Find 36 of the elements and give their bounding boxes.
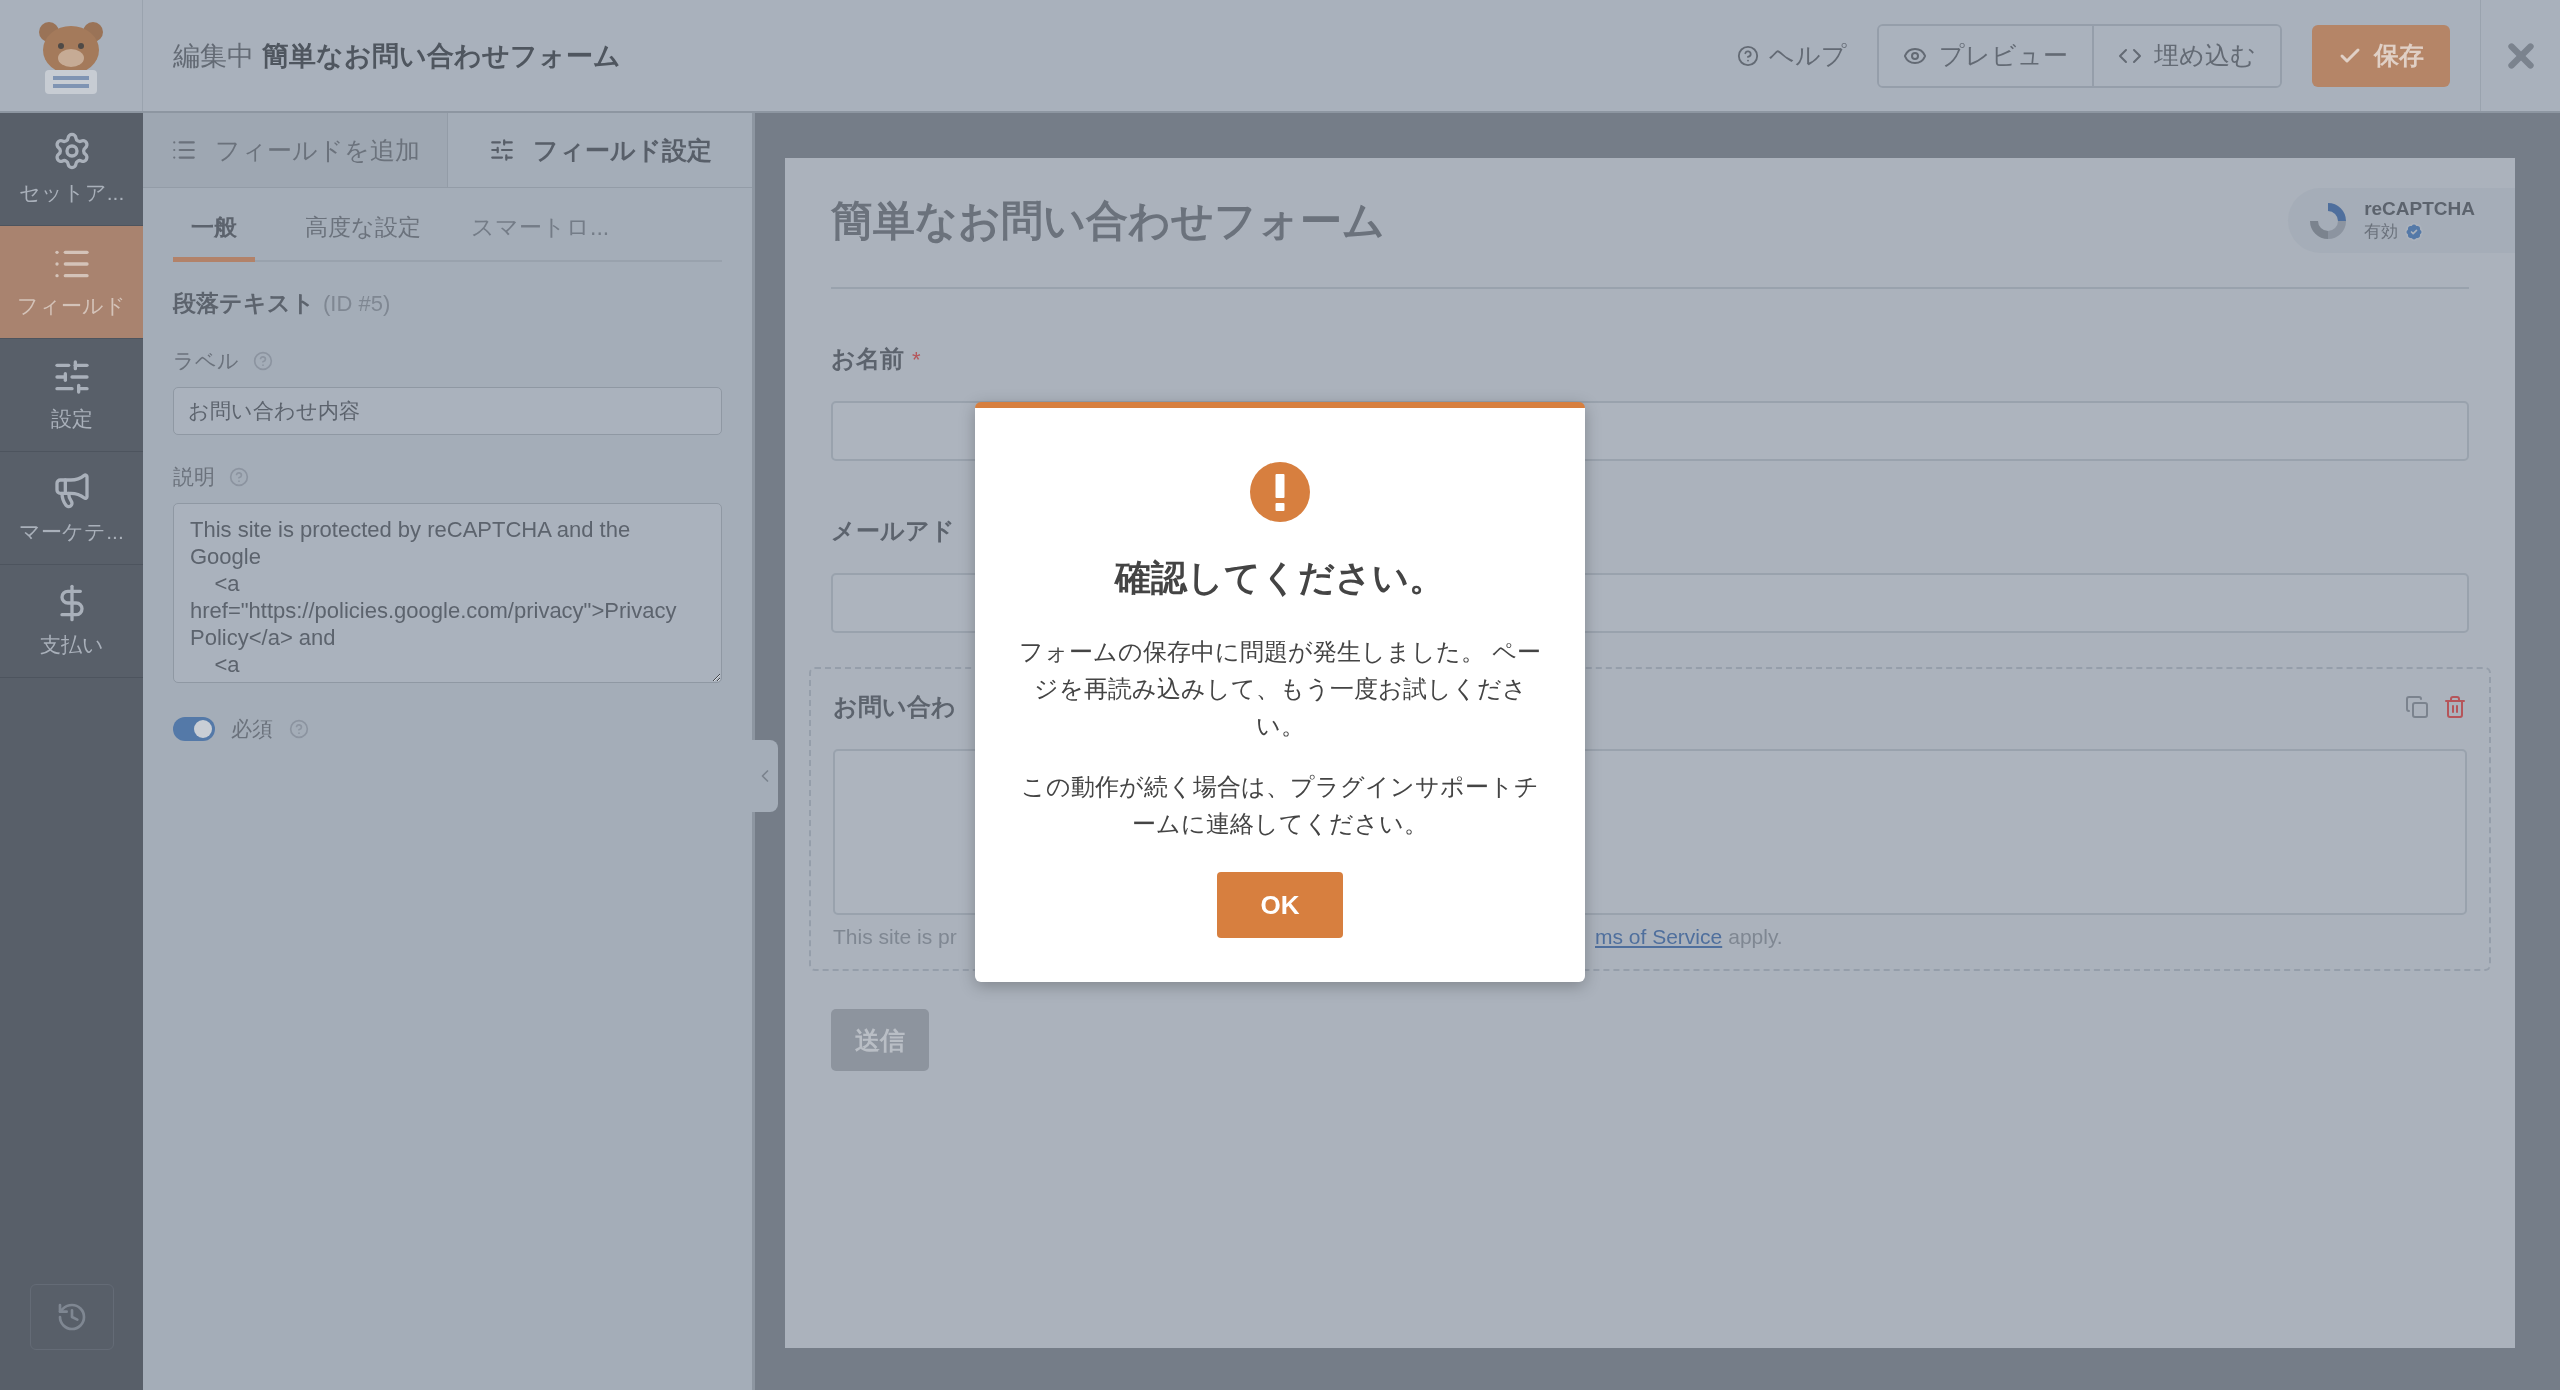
help-icon [1737,44,1759,67]
sub-tab[interactable]: 一般 [173,198,255,262]
recaptcha-status: 有効 [2364,221,2399,243]
help-link[interactable]: ヘルプ [1737,39,1847,72]
sub-tab[interactable]: 高度な設定 [305,198,421,262]
save-button[interactable]: 保存 [2312,24,2450,87]
dialog-message: この動作が続く場合は、プラグインサポートチームに連絡してください。 [1020,772,1540,839]
sidebar-item[interactable]: フィールド [0,226,143,339]
description-caption: 説明 [173,464,215,490]
sliders-icon [488,137,515,163]
field-label: お問い合わ [833,693,956,720]
help-icon[interactable] [229,467,249,487]
collapse-handle[interactable] [752,740,778,812]
required-asterisk: * [912,347,921,372]
form-title: 簡単なお問い合わせフォーム [831,195,1385,246]
trash-icon[interactable] [2443,695,2467,719]
warning-icon [1250,462,1310,522]
required-label: 必須 [231,716,273,742]
terms-link[interactable]: ms of Service [1595,925,1723,949]
field-type-title: 段落テキスト [173,289,315,318]
label-input[interactable]: お問い合わせ内容 [173,387,722,435]
required-toggle[interactable] [173,717,215,741]
field-label: メールアド [831,517,955,544]
field-label: お名前 [831,345,904,372]
recaptcha-name: reCAPTCHA [2364,198,2475,220]
ok-button[interactable]: OK [1217,872,1343,938]
dialog-title: 確認してください。 [1115,556,1445,600]
label-caption: ラベル [173,348,239,374]
help-icon[interactable] [289,719,309,739]
verified-icon [2404,221,2425,242]
embed-button[interactable]: 埋め込む [2092,25,2280,86]
form-editor-title: 編集中 簡単なお問い合わせフォーム [173,39,622,73]
description-textarea[interactable]: This site is protected by reCAPTCHA and the Google <a href="https://policies.google.com/privacy">Privacy Policy</a> and <a [173,503,722,683]
duplicate-icon[interactable] [2405,695,2429,719]
revisions-button[interactable] [29,1284,114,1350]
help-icon[interactable] [253,351,273,371]
